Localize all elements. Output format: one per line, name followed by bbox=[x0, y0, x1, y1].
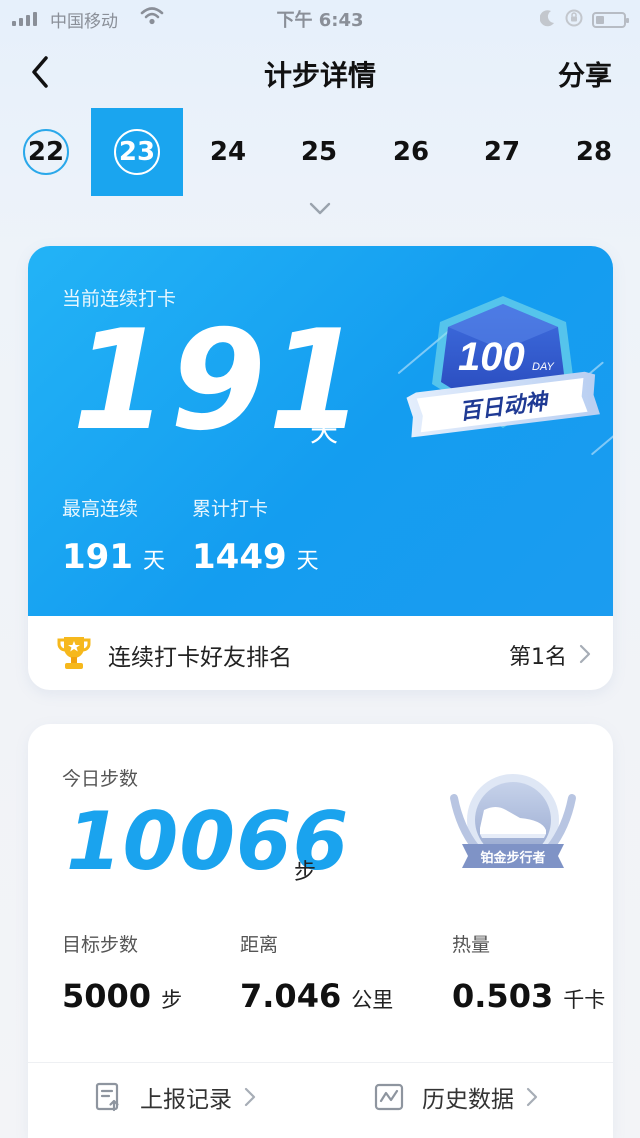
distance-metric: 距离 7.046 公里 bbox=[240, 930, 393, 1015]
badge-ribbon-text: 铂金步行者 bbox=[480, 850, 545, 866]
total-checkins-value: 1449 bbox=[192, 537, 287, 577]
report-doc-icon bbox=[95, 1082, 119, 1112]
date-label: 24 bbox=[209, 137, 247, 167]
chevron-down-icon[interactable] bbox=[308, 200, 332, 218]
calories-value: 0.503 bbox=[452, 977, 554, 1015]
chevron-right-icon bbox=[526, 1087, 538, 1107]
total-checkins-label: 累计打卡 bbox=[192, 498, 269, 520]
hundred-day-badge-icon: 100 DAY 百日动神 bbox=[406, 296, 600, 438]
streak-card: 当前连续打卡 191 天 最高连续 191 天 累计打卡 1449 天 100 … bbox=[28, 246, 613, 690]
ranking-label: 连续打卡好友排名 bbox=[108, 645, 292, 671]
goal-steps-value: 5000 bbox=[62, 977, 152, 1015]
step-detail-page: 中国移动 下午 6:43 计步详情 分享 22 23 24 25 26 27 2… bbox=[0, 0, 640, 1138]
platinum-walker-badge-icon: 铂金步行者 bbox=[450, 774, 576, 868]
chevron-right-icon bbox=[579, 644, 591, 664]
date-label: 27 bbox=[483, 137, 521, 167]
page-title: 计步详情 bbox=[263, 59, 376, 92]
goal-steps-metric: 目标步数 5000 步 bbox=[62, 930, 182, 1015]
max-streak-value: 191 bbox=[62, 537, 133, 577]
trophy-icon bbox=[57, 637, 91, 669]
date-item-25[interactable]: 25 bbox=[273, 108, 365, 196]
date-item-24[interactable]: 24 bbox=[182, 108, 274, 196]
max-streak-label: 最高连续 bbox=[62, 498, 139, 520]
goal-steps-unit: 步 bbox=[161, 988, 183, 1012]
divider bbox=[28, 1062, 613, 1063]
steps-card: 今日步数 10066 步 铂金步行者 目标步数 5000 步 距离 7.046 … bbox=[28, 724, 613, 1138]
distance-label: 距离 bbox=[240, 934, 279, 956]
distance-value: 7.046 bbox=[240, 977, 342, 1015]
lock-rotation-icon bbox=[564, 8, 584, 32]
date-item-26[interactable]: 26 bbox=[365, 108, 457, 196]
calories-unit: 千卡 bbox=[563, 988, 606, 1012]
date-label: 25 bbox=[300, 137, 338, 167]
back-button[interactable] bbox=[20, 52, 60, 92]
date-label: 28 bbox=[575, 137, 613, 167]
badge-number: 100 bbox=[458, 335, 525, 379]
date-item-27[interactable]: 27 bbox=[456, 108, 548, 196]
date-label: 23 bbox=[114, 129, 160, 175]
history-chart-icon bbox=[374, 1083, 404, 1111]
today-steps-label: 今日步数 bbox=[62, 768, 139, 790]
date-item-22[interactable]: 22 bbox=[0, 108, 92, 196]
streak-summary: 当前连续打卡 191 天 最高连续 191 天 累计打卡 1449 天 100 … bbox=[28, 246, 613, 616]
date-label: 22 bbox=[23, 129, 69, 175]
current-streak-unit: 天 bbox=[310, 415, 339, 448]
history-data-button[interactable]: 历史数据 bbox=[374, 1080, 538, 1114]
calories-label: 热量 bbox=[452, 934, 491, 956]
badge-suffix: DAY bbox=[532, 361, 554, 373]
nav-header: 计步详情 分享 bbox=[0, 36, 640, 108]
date-label: 26 bbox=[392, 137, 430, 167]
history-data-label: 历史数据 bbox=[422, 1087, 514, 1113]
date-item-28[interactable]: 28 bbox=[548, 108, 640, 196]
distance-unit: 公里 bbox=[351, 988, 394, 1012]
back-arrow-icon bbox=[32, 56, 48, 88]
moon-icon bbox=[539, 9, 556, 31]
ranking-value: 第1名 bbox=[509, 645, 567, 670]
total-checkins-stat: 累计打卡 1449 天 bbox=[192, 494, 319, 577]
today-steps-unit: 步 bbox=[294, 860, 317, 885]
max-streak-unit: 天 bbox=[142, 549, 165, 574]
calories-metric: 热量 0.503 千卡 bbox=[452, 930, 605, 1015]
report-records-label: 上报记录 bbox=[140, 1087, 232, 1113]
chevron-right-icon bbox=[244, 1087, 256, 1107]
friend-ranking-row[interactable]: 连续打卡好友排名 第1名 bbox=[28, 616, 613, 690]
date-item-23[interactable]: 23 bbox=[91, 108, 183, 196]
status-bar: 中国移动 下午 6:43 bbox=[0, 0, 640, 36]
max-streak-stat: 最高连续 191 天 bbox=[62, 494, 165, 577]
share-button[interactable]: 分享 bbox=[558, 54, 612, 93]
goal-steps-label: 目标步数 bbox=[62, 934, 139, 956]
report-records-button[interactable]: 上报记录 bbox=[94, 1080, 256, 1114]
total-checkins-unit: 天 bbox=[296, 549, 319, 574]
battery-icon bbox=[592, 12, 629, 28]
date-selector: 22 23 24 25 26 27 28 bbox=[0, 108, 640, 198]
